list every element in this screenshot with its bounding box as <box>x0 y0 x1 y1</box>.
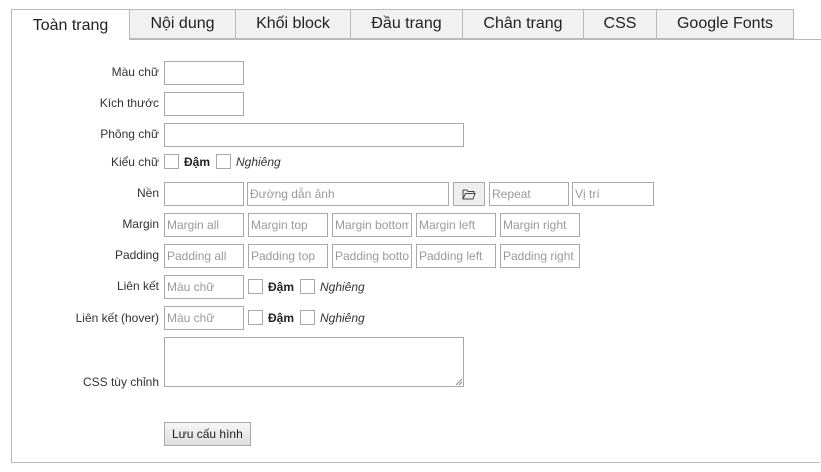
padding-bottom-input[interactable] <box>332 244 412 268</box>
tab-noi-dung[interactable]: Nội dung <box>129 9 235 39</box>
tab-khoi-block[interactable]: Khối block <box>235 9 350 39</box>
margin-top-input[interactable] <box>248 213 328 237</box>
text-color-input[interactable] <box>164 61 244 85</box>
font-size-label: Kích thước <box>99 96 159 110</box>
link-hover-color-input[interactable] <box>164 306 244 330</box>
margin-all-input[interactable] <box>164 213 244 237</box>
margin-label: Margin <box>122 217 159 231</box>
padding-all-input[interactable] <box>164 244 244 268</box>
margin-bottom-input[interactable] <box>332 213 412 237</box>
folder-open-icon <box>462 189 476 199</box>
padding-top-input[interactable] <box>248 244 328 268</box>
link-bold-checkbox[interactable] <box>248 279 263 294</box>
link-color-input[interactable] <box>164 275 244 299</box>
link-hover-bold-label: Đậm <box>268 311 295 325</box>
background-label: Nền <box>136 186 159 200</box>
margin-left-input[interactable] <box>416 213 496 237</box>
link-label: Liên kết <box>116 279 159 293</box>
background-image-input[interactable] <box>247 182 449 206</box>
font-size-input[interactable] <box>164 92 244 116</box>
background-color-input[interactable] <box>164 182 244 206</box>
link-italic-label: Nghiêng <box>320 280 365 294</box>
font-bold-label: Đậm <box>184 155 211 169</box>
font-style-label: Kiểu chữ <box>110 155 159 169</box>
tab-bar: Toàn trang Nội dung Khối block Đầu trang… <box>11 9 794 41</box>
background-repeat-input[interactable] <box>489 182 569 206</box>
browse-image-button[interactable] <box>453 182 485 206</box>
link-hover-italic-checkbox[interactable] <box>300 310 315 325</box>
padding-right-input[interactable] <box>500 244 580 268</box>
link-hover-italic-label: Nghiêng <box>320 311 365 325</box>
background-position-input[interactable] <box>572 182 654 206</box>
custom-css-wrapper <box>164 337 464 387</box>
tab-css[interactable]: CSS <box>583 9 656 39</box>
custom-css-label: CSS tùy chỉnh <box>82 375 159 389</box>
tab-dau-trang[interactable]: Đầu trang <box>350 9 462 39</box>
tab-chan-trang[interactable]: Chân trang <box>462 9 583 39</box>
save-config-button[interactable]: Lưu cấu hình <box>164 422 251 446</box>
font-italic-checkbox[interactable] <box>216 154 231 169</box>
link-bold-label: Đậm <box>268 280 295 294</box>
link-hover-label: Liên kết (hover) <box>75 311 159 325</box>
font-italic-label: Nghiêng <box>236 155 281 169</box>
padding-left-input[interactable] <box>416 244 496 268</box>
margin-right-input[interactable] <box>500 213 580 237</box>
link-hover-bold-checkbox[interactable] <box>248 310 263 325</box>
tab-google-fonts[interactable]: Google Fonts <box>656 9 794 39</box>
tab-toan-trang[interactable]: Toàn trang <box>11 9 129 41</box>
font-family-label: Phông chữ <box>100 127 159 141</box>
custom-css-textarea[interactable] <box>164 337 464 387</box>
resize-grip-icon[interactable] <box>455 378 463 386</box>
text-color-label: Màu chữ <box>111 65 159 79</box>
font-family-input[interactable] <box>164 123 464 147</box>
font-bold-checkbox[interactable] <box>164 154 179 169</box>
link-italic-checkbox[interactable] <box>300 279 315 294</box>
padding-label: Padding <box>114 248 159 262</box>
